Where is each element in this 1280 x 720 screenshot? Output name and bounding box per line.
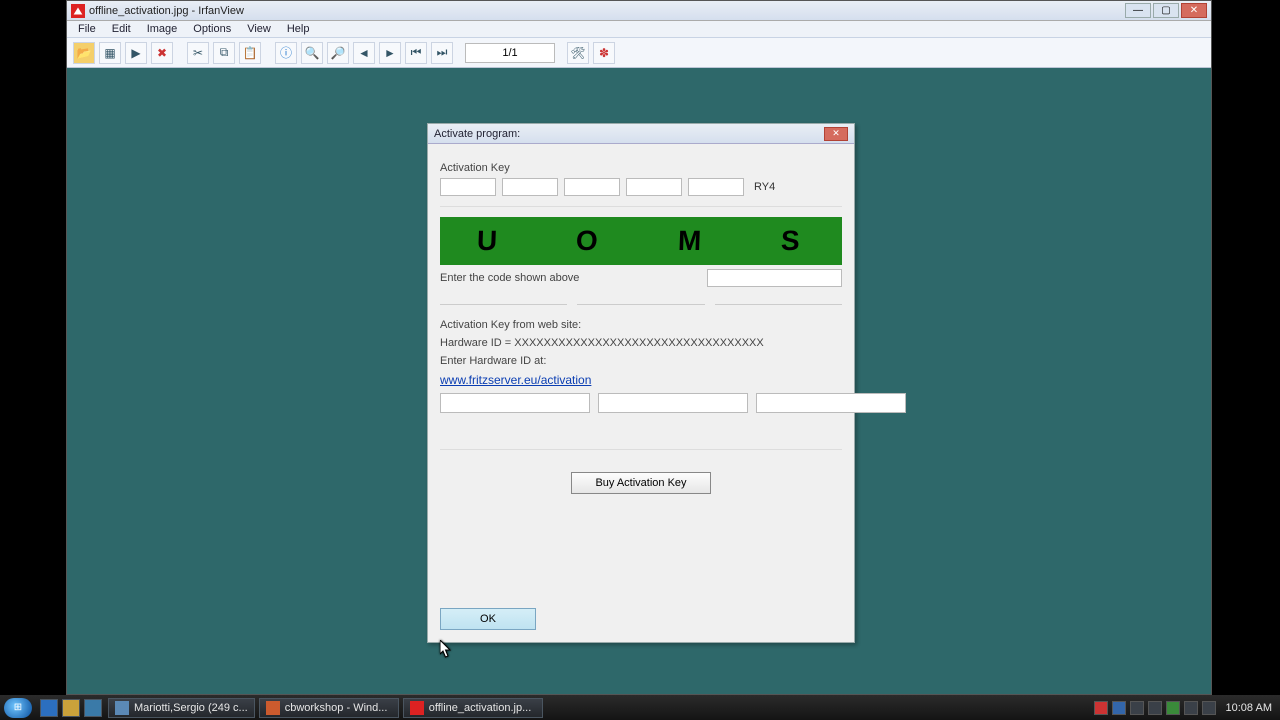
zoom-out-icon[interactable]: 🔎 <box>327 42 349 64</box>
spacer-fields <box>440 293 842 305</box>
app-icon <box>115 701 129 715</box>
activate-dialog: Activate program: ✕ Activation Key RY4 U… <box>427 123 855 643</box>
enter-hw-at-label: Enter Hardware ID at: <box>440 355 842 367</box>
activation-key-field-4[interactable] <box>626 178 682 196</box>
irfanview-app-icon <box>71 4 85 18</box>
quick-launch-ie-icon[interactable] <box>40 699 58 717</box>
hardware-id-row <box>440 393 842 413</box>
maximize-button[interactable]: ▢ <box>1153 3 1179 18</box>
copy-icon[interactable]: ⧉ <box>213 42 235 64</box>
activation-key-suffix: RY4 <box>750 181 775 193</box>
hardware-id-field-3[interactable] <box>756 393 906 413</box>
taskbar: ⊞ Mariotti,Sergio (249 c... cbworkshop -… <box>0 695 1280 720</box>
prev-icon[interactable]: ◄ <box>353 42 375 64</box>
enter-code-label: Enter the code shown above <box>440 272 579 284</box>
zoom-in-icon[interactable]: 🔍 <box>301 42 323 64</box>
taskbar-item-mariotti[interactable]: Mariotti,Sergio (249 c... <box>108 698 255 718</box>
minimize-button[interactable]: — <box>1125 3 1151 18</box>
activation-key-field-3[interactable] <box>564 178 620 196</box>
tray-network-icon[interactable] <box>1184 701 1198 715</box>
tray-app-icon[interactable] <box>1112 701 1126 715</box>
open-icon[interactable]: 📂 <box>73 42 95 64</box>
tray-volume-icon[interactable] <box>1202 701 1216 715</box>
hardware-id-label: Hardware ID = XXXXXXXXXXXXXXXXXXXXXXXXXX… <box>440 337 842 349</box>
captcha-letter: S <box>780 225 806 257</box>
tray-icon[interactable] <box>1148 701 1162 715</box>
irfanview-menubar: File Edit Image Options View Help <box>67 21 1211 38</box>
info-icon[interactable]: ⓘ <box>275 42 297 64</box>
menu-file[interactable]: File <box>71 22 103 36</box>
app-icon <box>266 701 280 715</box>
activation-key-label: Activation Key <box>440 162 842 174</box>
slideshow-icon[interactable]: ▶ <box>125 42 147 64</box>
tray-icon[interactable] <box>1166 701 1180 715</box>
delete-icon[interactable]: ✖ <box>151 42 173 64</box>
menu-image[interactable]: Image <box>140 22 185 36</box>
divider <box>440 206 842 207</box>
quick-launch-media-icon[interactable] <box>84 699 102 717</box>
tray-security-icon[interactable] <box>1094 701 1108 715</box>
system-tray: 10:08 AM <box>1094 701 1276 715</box>
close-button[interactable]: ✕ <box>1181 3 1207 18</box>
captcha-code-input[interactable] <box>707 269 842 287</box>
last-icon[interactable]: ⏭ <box>431 42 453 64</box>
about-icon[interactable]: ✽ <box>593 42 615 64</box>
captcha-letter: O <box>576 225 605 257</box>
menu-help[interactable]: Help <box>280 22 317 36</box>
activation-key-row: RY4 <box>440 178 842 196</box>
taskbar-item-label: offline_activation.jp... <box>429 702 532 714</box>
activation-url-link[interactable]: www.fritzserver.eu/activation <box>440 373 842 387</box>
irfanview-toolbar: 📂 ▦ ▶ ✖ ✂ ⧉ 📋 ⓘ 🔍 🔎 ◄ ► ⏮ ⏭ 🛠 ✽ <box>67 38 1211 68</box>
menu-view[interactable]: View <box>240 22 278 36</box>
captcha-letter: U <box>476 225 503 257</box>
irfanview-title: offline_activation.jpg - IrfanView <box>89 5 1125 17</box>
activation-key-field-2[interactable] <box>502 178 558 196</box>
paste-icon[interactable]: 📋 <box>239 42 261 64</box>
taskbar-item-label: Mariotti,Sergio (249 c... <box>134 702 248 714</box>
taskbar-clock[interactable]: 10:08 AM <box>1226 702 1272 714</box>
dialog-title: Activate program: <box>434 128 824 140</box>
captcha-image: U O M S <box>440 217 842 265</box>
divider <box>440 449 842 450</box>
dialog-close-icon[interactable]: ✕ <box>824 127 848 141</box>
page-counter-field[interactable] <box>465 43 555 63</box>
cut-icon[interactable]: ✂ <box>187 42 209 64</box>
taskbar-item-cbworkshop[interactable]: cbworkshop - Wind... <box>259 698 399 718</box>
buy-activation-button[interactable]: Buy Activation Key <box>571 472 711 494</box>
settings-icon[interactable]: 🛠 <box>567 42 589 64</box>
dialog-titlebar[interactable]: Activate program: ✕ <box>428 124 854 144</box>
menu-edit[interactable]: Edit <box>105 22 138 36</box>
activation-key-field-1[interactable] <box>440 178 496 196</box>
hardware-id-field-2[interactable] <box>598 393 748 413</box>
tray-icon[interactable] <box>1130 701 1144 715</box>
hardware-id-field-1[interactable] <box>440 393 590 413</box>
menu-options[interactable]: Options <box>186 22 238 36</box>
app-icon <box>410 701 424 715</box>
first-icon[interactable]: ⏮ <box>405 42 427 64</box>
irfanview-titlebar[interactable]: offline_activation.jpg - IrfanView — ▢ ✕ <box>67 1 1211 21</box>
captcha-letter: M <box>677 225 707 257</box>
quick-launch-explorer-icon[interactable] <box>62 699 80 717</box>
taskbar-item-label: cbworkshop - Wind... <box>285 702 388 714</box>
taskbar-item-irfanview[interactable]: offline_activation.jp... <box>403 698 543 718</box>
start-button[interactable]: ⊞ <box>4 698 32 718</box>
from-web-label: Activation Key from web site: <box>440 319 842 331</box>
activation-key-field-5[interactable] <box>688 178 744 196</box>
next-icon[interactable]: ► <box>379 42 401 64</box>
ok-button[interactable]: OK <box>440 608 536 630</box>
thumbnails-icon[interactable]: ▦ <box>99 42 121 64</box>
